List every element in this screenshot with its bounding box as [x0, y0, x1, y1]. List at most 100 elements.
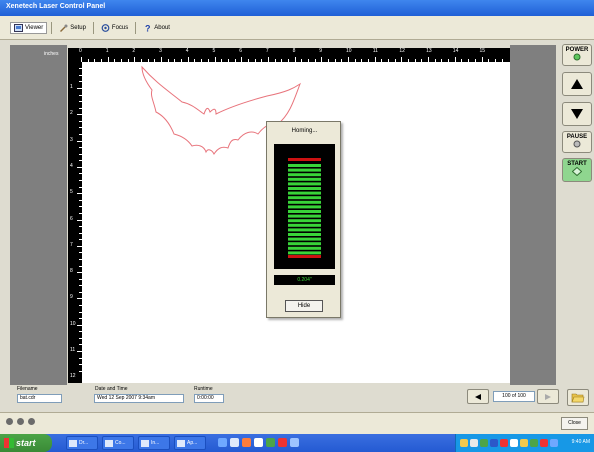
meter-bar	[288, 223, 321, 227]
ruler-number: 10	[70, 320, 76, 327]
ruler-number: 4	[70, 162, 73, 169]
meter-bar	[288, 182, 321, 186]
tray-icon[interactable]	[520, 439, 528, 447]
ruler-number: 11	[372, 48, 378, 54]
taskbar-item-label: Dr...	[79, 440, 89, 446]
quicklaunch-icon[interactable]	[254, 438, 263, 447]
meter-bar	[288, 196, 321, 200]
filename-label: Filename	[17, 386, 38, 392]
tray-icon[interactable]	[490, 439, 498, 447]
right-arrow-icon	[545, 393, 551, 400]
tab-bar: Viewer Setup Focus ? About	[0, 16, 594, 40]
hide-button[interactable]: Hide	[285, 300, 323, 312]
tray-icon[interactable]	[480, 439, 488, 447]
close-button[interactable]: Close	[561, 417, 588, 430]
meter-bar	[288, 173, 321, 177]
window-title: Xenetech Laser Control Panel	[6, 3, 106, 10]
start-label-os: start	[16, 438, 36, 448]
quicklaunch-icon[interactable]	[278, 438, 287, 447]
left-margin-panel	[10, 45, 67, 385]
tray-icon[interactable]	[550, 439, 558, 447]
ruler-number: 11	[70, 347, 76, 353]
taskbar-item[interactable]: Ap...	[174, 436, 206, 450]
filename-field[interactable]: bat.cdr	[17, 394, 62, 403]
ruler-number: 6	[239, 48, 242, 54]
down-arrow-icon	[571, 109, 583, 119]
meter-limit-top	[288, 158, 321, 161]
svg-text:?: ?	[145, 24, 151, 32]
tab-about[interactable]: ? About	[140, 23, 173, 33]
ruler-number: 3	[70, 136, 73, 143]
ruler-number: 8	[292, 48, 296, 54]
power-button[interactable]: POWER	[562, 44, 592, 66]
viewer-icon	[14, 23, 23, 32]
ruler-number: 9	[70, 294, 73, 301]
meter-bar	[288, 168, 321, 172]
tray-icon[interactable]	[540, 439, 548, 447]
runtime-field[interactable]: 0:00:00	[194, 394, 224, 403]
homing-meter	[274, 144, 335, 269]
quicklaunch-icon[interactable]	[242, 438, 251, 447]
tray-icon[interactable]	[530, 439, 538, 447]
open-file-button[interactable]	[567, 389, 589, 406]
quicklaunch-icon[interactable]	[266, 438, 275, 447]
tray-icon[interactable]	[500, 439, 508, 447]
meter-bar	[288, 233, 321, 236]
meter-bar	[288, 210, 321, 213]
taskbar-item[interactable]: Dr...	[66, 436, 98, 450]
pause-button[interactable]: PAUSE	[562, 131, 592, 153]
tab-focus[interactable]: Focus	[98, 23, 131, 33]
tab-viewer[interactable]: Viewer	[10, 21, 48, 34]
tray-icon[interactable]	[510, 439, 518, 447]
tab-setup[interactable]: Setup	[56, 23, 89, 33]
taskbar-clock: 9:40 AM	[571, 439, 590, 445]
next-page-button[interactable]	[537, 389, 559, 404]
quicklaunch-icon[interactable]	[218, 438, 227, 447]
taskbar-item[interactable]: In...	[138, 436, 170, 450]
tab-separator	[135, 21, 137, 34]
ruler-number: 3	[159, 48, 162, 54]
window-icon	[69, 440, 77, 447]
ruler-number: 4	[185, 48, 189, 54]
window-icon	[177, 440, 185, 447]
meter-bar	[288, 205, 321, 209]
bottom-bar: Close	[0, 412, 594, 434]
left-ruler: 1 2 3 4 5 6 7 8 9 10 11 12	[68, 62, 82, 383]
taskbar-item[interactable]: Co...	[102, 436, 134, 450]
meter-bar	[288, 246, 321, 250]
ruler-number: 9	[319, 48, 323, 54]
jog-up-button[interactable]	[562, 72, 592, 96]
ellipsis-icon[interactable]	[6, 418, 35, 425]
meter-bar	[288, 228, 321, 232]
window-title-bar: Xenetech Laser Control Panel	[0, 0, 594, 16]
previous-page-button[interactable]	[467, 389, 489, 404]
ruler-number: 12	[70, 373, 76, 380]
window-icon	[105, 440, 113, 447]
datetime-field[interactable]: Wed 12 Sep 2007 9:34am	[94, 394, 184, 403]
top-ruler: 0 1 2 3 4 5 6 7 8 9 10 11 12 13 14 15	[68, 48, 510, 62]
ruler-number: 7	[265, 48, 269, 54]
tray-icon[interactable]	[460, 439, 468, 447]
tray-icon[interactable]	[470, 439, 478, 447]
system-tray: 9:40 AM	[455, 434, 594, 452]
pause-led-icon	[573, 140, 581, 148]
jog-down-button[interactable]	[562, 102, 592, 126]
meter-bar	[288, 177, 321, 181]
meter-bar	[288, 219, 321, 223]
ruler-number: 15	[479, 48, 486, 54]
quicklaunch-icon[interactable]	[290, 438, 299, 447]
meter-limit-bottom	[288, 255, 321, 258]
ruler-number: 1	[70, 84, 73, 90]
meter-bar	[288, 187, 321, 190]
ruler-number: 2	[132, 48, 136, 54]
taskbar-item-label: Ap...	[187, 440, 198, 446]
quicklaunch-icon[interactable]	[230, 438, 239, 447]
tab-focus-label: Focus	[111, 24, 129, 31]
meter-bar	[288, 237, 321, 241]
taskbar-item-label: In...	[151, 440, 160, 446]
homing-value: 0.204"	[274, 275, 335, 285]
start-button-os[interactable]: start	[0, 434, 52, 452]
start-button[interactable]: START	[562, 158, 592, 182]
dot	[6, 418, 13, 425]
taskbar: start Dr... Co... In... Ap... 9:40 AM	[0, 434, 594, 452]
